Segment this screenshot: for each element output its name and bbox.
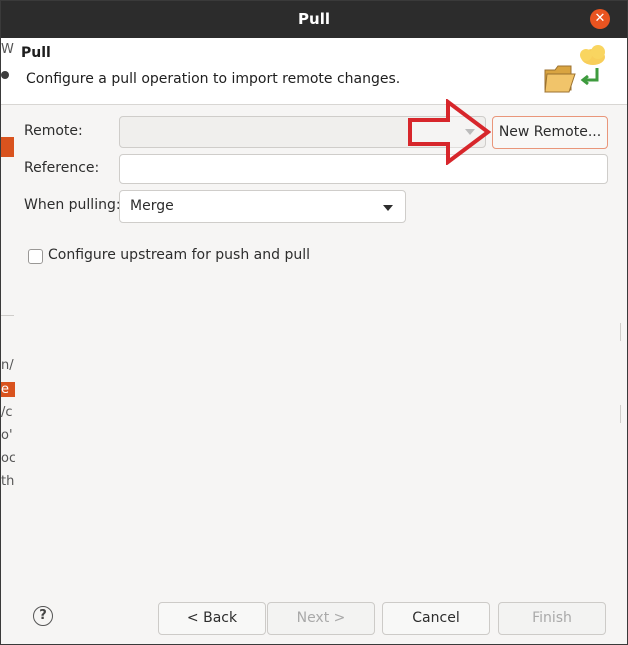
reference-input[interactable] xyxy=(119,154,608,184)
configure-upstream-checkbox[interactable] xyxy=(28,249,43,264)
background-fragment-right xyxy=(620,405,627,423)
background-fragment: oc xyxy=(1,451,15,466)
background-fragment: o' xyxy=(1,428,13,443)
banner-description: Configure a pull operation to import rem… xyxy=(26,71,401,87)
background-fragment-highlight: e xyxy=(1,382,15,397)
finish-button[interactable]: Finish xyxy=(498,602,606,635)
pull-dialog: Pull ✕ Pull Configure a pull operation t… xyxy=(0,0,628,645)
next-button[interactable]: Next > xyxy=(267,602,375,635)
banner-title: Pull xyxy=(21,45,51,61)
reference-label: Reference: xyxy=(24,160,100,176)
background-orange-tab xyxy=(1,137,14,157)
background-divider xyxy=(1,315,14,316)
dialog-titlebar: Pull ✕ xyxy=(1,1,627,38)
dialog-title: Pull xyxy=(298,10,330,28)
new-remote-button[interactable]: New Remote... xyxy=(492,116,608,149)
red-outline-arrow-icon xyxy=(408,99,491,165)
cancel-button[interactable]: Cancel xyxy=(382,602,490,635)
configure-upstream-label[interactable]: Configure upstream for push and pull xyxy=(48,247,310,263)
folder-cloud-pull-icon xyxy=(544,45,605,93)
when-pulling-value: Merge xyxy=(130,198,174,214)
close-icon[interactable]: ✕ xyxy=(590,9,610,29)
when-pulling-label: When pulling: xyxy=(24,197,121,213)
background-fragment: n/ xyxy=(1,358,14,373)
back-button[interactable]: < Back xyxy=(158,602,266,635)
when-pulling-select[interactable]: Merge xyxy=(119,190,406,223)
background-fragment-right xyxy=(620,323,627,341)
background-fragment: /c xyxy=(1,405,13,420)
chevron-down-icon xyxy=(383,205,393,211)
wizard-banner: Pull Configure a pull operation to impor… xyxy=(1,38,627,105)
background-fragment: W xyxy=(1,42,14,57)
help-icon[interactable]: ? xyxy=(33,606,53,626)
background-icon-fragment xyxy=(1,69,11,81)
background-fragment: th xyxy=(1,474,15,489)
remote-label: Remote: xyxy=(24,123,83,139)
